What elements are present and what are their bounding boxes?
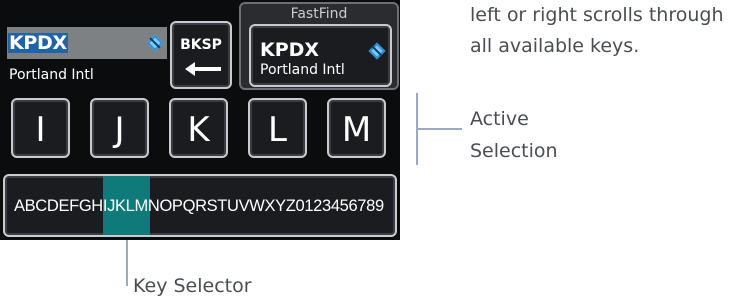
callout-scroll-line1: left or right scrolls through xyxy=(470,4,724,26)
key-button[interactable]: M xyxy=(327,98,386,158)
identifier-entry-field[interactable]: KPDX xyxy=(7,27,167,59)
touchscreen-display: KPDX Portland Intl BKSP FastFind KPDX Po… xyxy=(0,0,400,240)
key-label: I xyxy=(35,110,46,150)
fastfind-button[interactable]: KPDX Portland Intl xyxy=(249,24,392,87)
fastfind-name: Portland Intl xyxy=(260,62,345,78)
callout-scroll-line2: all available keys. xyxy=(470,35,640,57)
fastfind-title: FastFind xyxy=(290,6,348,22)
backspace-button[interactable]: BKSP xyxy=(170,21,232,89)
key-selector-strip[interactable]: ABCDEFGHIJKLMNOPQRSTUVWXYZ0123456789 xyxy=(3,174,397,237)
callout-key-selector: Key Selector xyxy=(133,275,252,297)
backspace-arrow-icon xyxy=(185,62,221,76)
callout-active-line2: Selection xyxy=(470,140,558,162)
key-label: K xyxy=(187,110,210,150)
fastfind-panel: FastFind KPDX Portland Intl xyxy=(239,2,399,90)
waypoint-diamond-icon xyxy=(146,34,164,52)
active-selection-leader xyxy=(416,128,462,130)
callout-active-line1: Active xyxy=(470,108,529,130)
key-selector-characters: ABCDEFGHIJKLMNOPQRSTUVWXYZ0123456789 xyxy=(14,197,384,215)
key-button[interactable]: I xyxy=(11,98,70,158)
waypoint-diamond-icon xyxy=(368,42,386,60)
key-button[interactable]: J xyxy=(90,98,149,158)
identifier-name: Portland Intl xyxy=(9,67,94,83)
backspace-label: BKSP xyxy=(180,37,222,53)
key-label: L xyxy=(268,110,287,150)
key-label: J xyxy=(114,110,125,150)
key-button[interactable]: L xyxy=(248,98,307,158)
key-button[interactable]: K xyxy=(169,98,228,158)
fastfind-code: KPDX xyxy=(260,39,320,61)
identifier-value: KPDX xyxy=(8,32,68,54)
key-selector-leader xyxy=(126,240,128,286)
key-label: M xyxy=(341,110,372,150)
